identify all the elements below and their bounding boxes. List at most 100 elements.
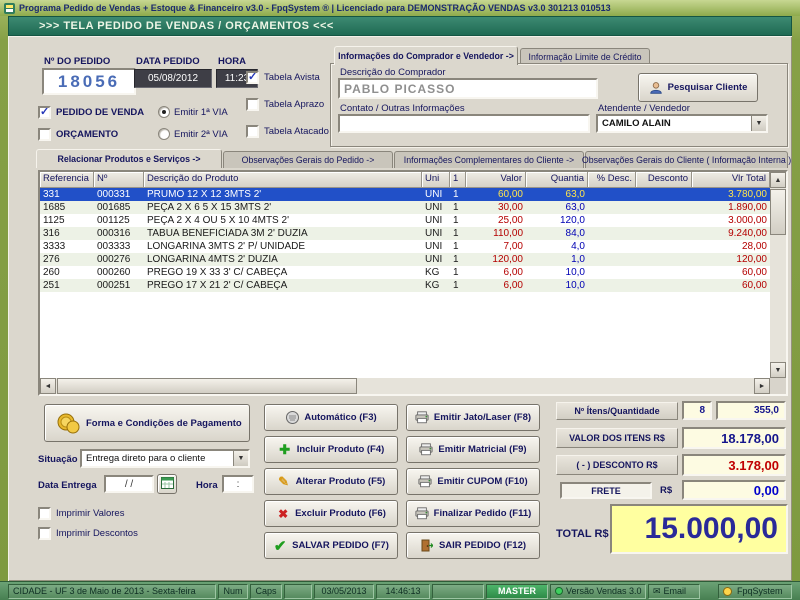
incluir-produto-button[interactable]: ✚ Incluir Produto (F4) bbox=[264, 436, 398, 463]
emitir-cupom-label: Emitir CUPOM (F10) bbox=[437, 476, 528, 487]
frete-value: 0,00 bbox=[682, 480, 786, 500]
col-header-tabela[interactable]: 1 bbox=[450, 172, 466, 188]
situacao-select[interactable]: Entrega direto para o cliente ▼ bbox=[80, 449, 250, 468]
orcamento-checkbox[interactable] bbox=[38, 128, 51, 141]
cell-vlr-total: 1.890,00 bbox=[728, 202, 767, 213]
scroll-left-icon[interactable]: ◄ bbox=[40, 378, 56, 394]
cell-desconto bbox=[636, 214, 692, 227]
alterar-produto-button[interactable]: ✎ Alterar Produto (F5) bbox=[264, 468, 398, 495]
cell-referencia: 331 bbox=[43, 189, 60, 200]
tabela-avista-checkbox[interactable] bbox=[246, 70, 259, 84]
emitir-2via-radio[interactable] bbox=[158, 128, 170, 140]
table-row[interactable]: 331 000331 PRUMO 12 X 12 3MTS 2' UNI 1 6… bbox=[40, 188, 770, 201]
tab-relacionar-produtos[interactable]: Relacionar Produtos e Serviços -> bbox=[36, 149, 222, 168]
vertical-scroll-thumb[interactable] bbox=[770, 189, 786, 235]
hora-entrega-field[interactable]: : bbox=[222, 475, 254, 493]
email-icon: ✉ bbox=[653, 585, 661, 596]
data-entrega-field[interactable]: / / bbox=[104, 475, 154, 493]
emitir-cupom-button[interactable]: Emitir CUPOM (F10) bbox=[406, 468, 540, 495]
table-row[interactable]: 251 000251 PREGO 17 X 21 2' C/ CABEÇA KG… bbox=[40, 279, 770, 292]
pedido-de-venda-checkbox[interactable] bbox=[38, 105, 51, 119]
col-header-referencia[interactable]: Referencia bbox=[40, 172, 94, 188]
emitir-1via-radio[interactable] bbox=[158, 106, 170, 118]
tab-comprador-vendedor[interactable]: Informações do Comprador e Vendedor -> bbox=[334, 46, 518, 65]
scroll-up-icon[interactable]: ▲ bbox=[770, 172, 786, 188]
chevron-down-icon[interactable]: ▼ bbox=[751, 116, 766, 131]
sair-pedido-button[interactable]: SAIR PEDIDO (F12) bbox=[406, 532, 540, 559]
status-email-label: Email bbox=[663, 586, 687, 596]
cell-quantia: 10,0 bbox=[565, 280, 585, 291]
frete-field[interactable]: FRETE bbox=[560, 482, 652, 499]
tabela-atacado-checkbox[interactable] bbox=[246, 125, 259, 138]
imprimir-descontos-label: Imprimir Descontos bbox=[56, 528, 138, 539]
finalizar-pedido-button[interactable]: Finalizar Pedido (F11) bbox=[406, 500, 540, 527]
pesquisar-cliente-button[interactable]: Pesquisar Cliente bbox=[638, 73, 758, 102]
grid-horizontal-scrollbar[interactable]: ◄ ► bbox=[40, 378, 770, 394]
table-row[interactable]: 1685 001685 PEÇA 2 X 6 5 X 15 3MTS 2' UN… bbox=[40, 201, 770, 214]
col-header-descricao[interactable]: Descrição do Produto bbox=[144, 172, 422, 188]
app-icon bbox=[4, 2, 15, 14]
situacao-value: Entrega direto para o cliente bbox=[86, 453, 206, 464]
status-brand-label: FpqSystem bbox=[737, 586, 783, 596]
pedido-de-venda-label: PEDIDO DE VENDA bbox=[56, 107, 145, 118]
table-row[interactable]: 260 000260 PREGO 19 X 33 3' C/ CABEÇA KG… bbox=[40, 266, 770, 279]
table-row[interactable]: 316 000316 TABUA BENEFICIADA 3M 2' DUZIA… bbox=[40, 227, 770, 240]
valor-itens-label: VALOR DOS ITENS R$ bbox=[556, 428, 678, 448]
excluir-produto-button[interactable]: ✖ Excluir Produto (F6) bbox=[264, 500, 398, 527]
col-header-valor[interactable]: Valor bbox=[466, 172, 526, 188]
col-header-desconto[interactable]: Desconto bbox=[636, 172, 692, 188]
dial-icon bbox=[285, 411, 299, 424]
tab-observacoes-cliente[interactable]: Observações Gerais do Cliente ( Informaç… bbox=[582, 151, 791, 168]
cell-referencia: 3333 bbox=[43, 241, 66, 252]
cell-referencia: 1125 bbox=[43, 215, 65, 226]
hora-entrega-label: Hora bbox=[196, 480, 218, 491]
cell-referencia: 251 bbox=[43, 280, 60, 291]
cell-vlr-total: 9.240,00 bbox=[728, 228, 767, 239]
cell-tabela: 1 bbox=[453, 267, 459, 278]
emitir-matricial-button[interactable]: Emitir Matricial (F9) bbox=[406, 436, 540, 463]
atendente-select[interactable]: CAMILO ALAIN ▼ bbox=[596, 114, 768, 133]
status-email[interactable]: ✉ Email bbox=[648, 583, 700, 599]
contato-input[interactable] bbox=[338, 114, 590, 133]
tab-observacoes-pedido[interactable]: Observações Gerais do Pedido -> bbox=[223, 151, 393, 168]
order-number-label: Nº DO PEDIDO bbox=[44, 56, 111, 67]
col-header-uni[interactable]: Uni bbox=[422, 172, 450, 188]
grid-header: Referencia Nº Descrição do Produto Uni 1… bbox=[40, 172, 770, 188]
emitir-jato-laser-button[interactable]: Emitir Jato/Laser (F8) bbox=[406, 404, 540, 431]
col-header-quantia[interactable]: Quantia bbox=[526, 172, 588, 188]
col-header-vlr-total[interactable]: Vlr Total bbox=[692, 172, 770, 188]
chevron-down-icon[interactable]: ▼ bbox=[233, 451, 248, 466]
table-row[interactable]: 1125 001125 PEÇA 2 X 4 OU 5 X 10 4MTS 2'… bbox=[40, 214, 770, 227]
finalizar-pedido-label: Finalizar Pedido (F11) bbox=[433, 508, 532, 519]
printer-icon bbox=[418, 475, 432, 488]
order-date-label: DATA PEDIDO bbox=[136, 56, 200, 67]
cell-uni: KG bbox=[425, 280, 440, 291]
cell-perc-desc bbox=[588, 227, 636, 240]
imprimir-descontos-checkbox[interactable] bbox=[38, 527, 51, 540]
scroll-down-icon[interactable]: ▼ bbox=[770, 362, 786, 378]
cell-vlr-total: 3.000,00 bbox=[728, 215, 767, 226]
calendar-button[interactable] bbox=[157, 474, 177, 494]
situacao-label: Situação bbox=[38, 454, 78, 465]
tabela-atacado-label: Tabela Atacado bbox=[264, 126, 329, 137]
cell-tabela: 1 bbox=[453, 241, 459, 252]
cell-tabela: 1 bbox=[453, 228, 459, 239]
table-row[interactable]: 3333 003333 LONGARINA 3MTS 2' P/ UNIDADE… bbox=[40, 240, 770, 253]
table-row[interactable]: 276 000276 LONGARINA 4MTS 2' DUZIA UNI 1… bbox=[40, 253, 770, 266]
grid-vertical-scrollbar[interactable]: ▲ ▼ bbox=[770, 172, 786, 378]
status-date: 03/05/2013 bbox=[314, 583, 374, 599]
col-header-numero[interactable]: Nº bbox=[94, 172, 144, 188]
tab-info-complementares[interactable]: Informações Complementares do Cliente -> bbox=[394, 151, 584, 168]
forma-pagamento-button[interactable]: Forma e Condições de Pagamento bbox=[44, 404, 250, 442]
horizontal-scroll-thumb[interactable] bbox=[57, 378, 357, 394]
col-header-perc-desc[interactable]: % Desc. bbox=[588, 172, 636, 188]
descricao-comprador-input[interactable] bbox=[338, 78, 598, 99]
tabela-aprazo-checkbox[interactable] bbox=[246, 98, 259, 111]
window-titlebar[interactable]: Programa Pedido de Vendas + Estoque & Fi… bbox=[0, 0, 800, 16]
imprimir-valores-checkbox[interactable] bbox=[38, 507, 51, 520]
salvar-pedido-button[interactable]: ✔ SALVAR PEDIDO (F7) bbox=[264, 532, 398, 559]
scroll-right-icon[interactable]: ► bbox=[754, 378, 770, 394]
automatico-button[interactable]: Automático (F3) bbox=[264, 404, 398, 431]
atendente-label: Atendente / Vendedor bbox=[598, 103, 690, 114]
atendente-value: CAMILO ALAIN bbox=[602, 118, 671, 129]
